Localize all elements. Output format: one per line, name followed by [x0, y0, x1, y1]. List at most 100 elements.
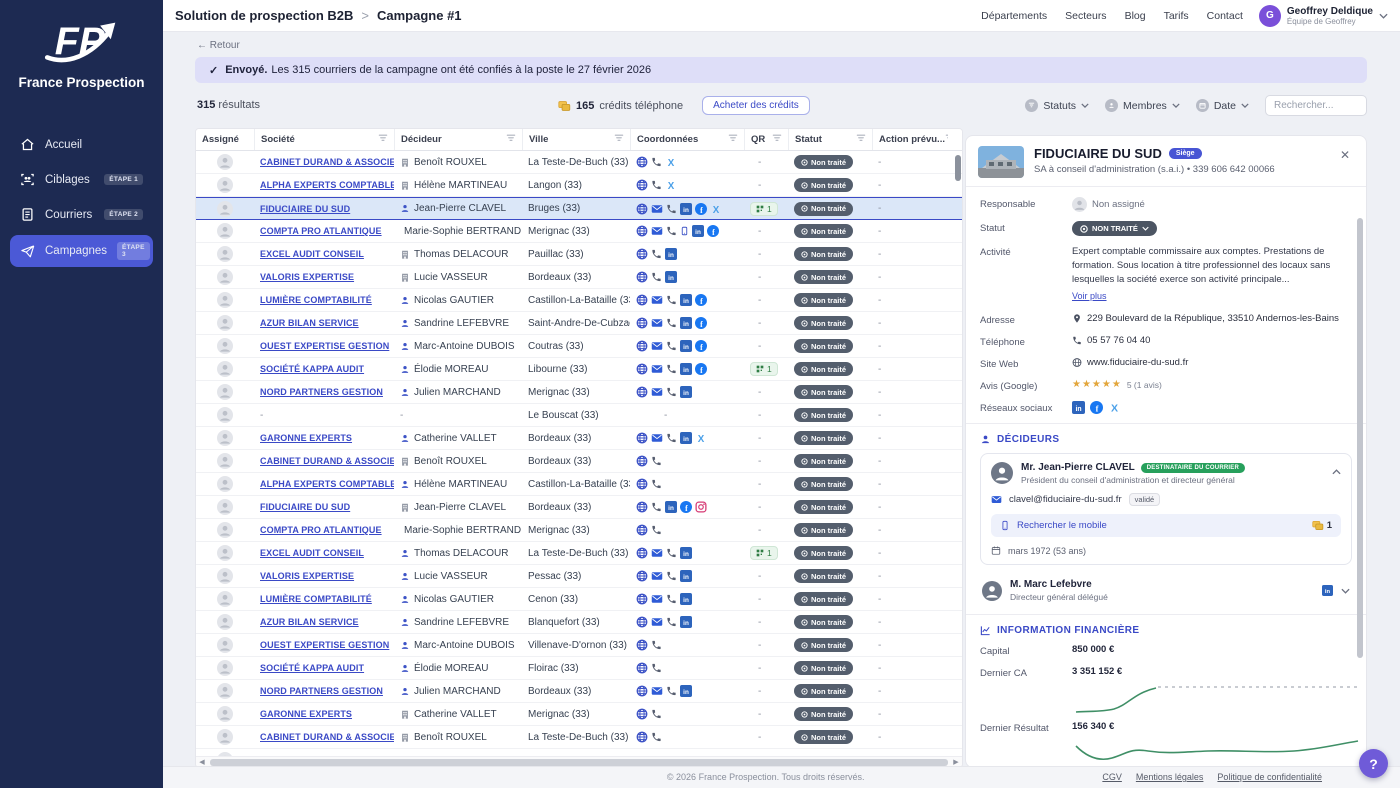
sidebar-item-courriers[interactable]: CourriersÉTAPE 2 [10, 200, 153, 229]
table-row[interactable]: EXCEL AUDIT CONSEILThomas DELACOURLa Tes… [196, 542, 962, 565]
globe-icon[interactable] [636, 547, 648, 559]
top-nav-contact[interactable]: Contact [1207, 10, 1243, 22]
chevron-up-icon[interactable] [1332, 462, 1341, 480]
mail-icon[interactable] [651, 203, 663, 215]
mail-icon[interactable] [651, 317, 663, 329]
filter-icon[interactable] [728, 134, 738, 146]
table-row[interactable]: VALORIS EXPERTISELucie VASSEURPessac (33… [196, 565, 962, 588]
table-row[interactable]: LUMIÈRE COMPTABILITÉNicolas GAUTIERCasti… [196, 289, 962, 312]
assigned-avatar[interactable] [196, 657, 254, 679]
table-row[interactable]: GARONNE EXPERTSCatherine VALLETMerignac … [196, 703, 962, 726]
filter-icon[interactable] [945, 134, 948, 146]
phone-icon[interactable] [651, 524, 662, 536]
phone-icon[interactable] [651, 179, 662, 191]
globe-icon[interactable] [636, 294, 648, 306]
voir-plus-link[interactable]: Voir plus [1072, 291, 1107, 301]
globe-icon[interactable] [636, 593, 648, 605]
mail-icon[interactable] [651, 225, 663, 237]
globe-icon[interactable] [636, 363, 648, 375]
facebook-icon[interactable]: f [1090, 401, 1103, 414]
assigned-avatar[interactable] [196, 198, 254, 219]
phone-icon[interactable] [651, 639, 662, 651]
company-link[interactable]: SOCIÉTÉ KAPPA AUDIT [260, 364, 364, 374]
phone-icon[interactable] [666, 317, 677, 329]
globe-icon[interactable] [636, 685, 648, 697]
globe-icon[interactable] [636, 156, 648, 168]
assigned-avatar[interactable] [196, 496, 254, 518]
company-link[interactable]: EXCEL AUDIT CONSEIL [260, 548, 364, 558]
table-row[interactable]: FIDUCIAIRE DU SUDJean-Pierre CLAVELBorde… [196, 496, 962, 519]
assigned-avatar[interactable] [196, 703, 254, 725]
help-button[interactable]: ? [1359, 749, 1388, 778]
linkedin-icon[interactable]: in [680, 317, 692, 329]
column-header-1[interactable]: Assigné [196, 129, 254, 150]
company-link[interactable]: CABINET DURAND & ASSOCIES [260, 456, 394, 466]
mail-icon[interactable] [651, 363, 663, 375]
phone-icon[interactable] [651, 455, 662, 467]
phone-icon[interactable] [651, 731, 662, 743]
footer-link[interactable]: CGV [1102, 772, 1122, 782]
table-row[interactable]: CABINET DURAND & ASSOCIESBenoît ROUXELLa… [196, 726, 962, 749]
company-link[interactable]: CABINET DURAND & ASSOCIES [260, 157, 394, 167]
search-mobile-button[interactable]: Rechercher le mobile 1 [991, 514, 1341, 537]
linkedin-icon[interactable]: in [680, 570, 692, 582]
linkedin-icon[interactable]: in [1072, 401, 1085, 414]
table-row[interactable]: CABINET DURAND & ASSOCIESBenoît ROUXELBo… [196, 450, 962, 473]
assigned-avatar[interactable] [196, 588, 254, 610]
table-row[interactable]: AZUR BILAN SERVICESandrine LEFEBVREBlanq… [196, 611, 962, 634]
top-nav-secteurs[interactable]: Secteurs [1065, 10, 1106, 22]
x-icon[interactable]: X [695, 432, 707, 444]
assigned-avatar[interactable] [196, 243, 254, 265]
filter-date[interactable]: Date [1196, 99, 1249, 112]
x-icon[interactable]: X [710, 203, 722, 215]
company-link[interactable]: NORD PARTNERS GESTION [260, 387, 383, 397]
phone-icon[interactable] [666, 340, 677, 352]
facebook-icon[interactable]: f [695, 363, 707, 375]
avis-value[interactable]: 5 (1 avis) [1127, 380, 1162, 390]
filter-icon[interactable] [772, 134, 782, 146]
table-row[interactable]: NORD PARTNERS GESTIONJulien MARCHANDMeri… [196, 381, 962, 404]
company-link[interactable]: FIDUCIAIRE DU SUD [260, 204, 350, 214]
globe-icon[interactable] [636, 203, 648, 215]
mail-icon[interactable] [651, 593, 663, 605]
phone-icon[interactable] [666, 570, 677, 582]
sidebar-item-accueil[interactable]: Accueil [10, 130, 153, 159]
assigned-avatar[interactable] [196, 358, 254, 380]
mail-icon[interactable] [651, 616, 663, 628]
assigned-avatar[interactable] [196, 220, 254, 242]
assigned-avatar[interactable] [196, 174, 254, 196]
mail-icon[interactable] [651, 294, 663, 306]
sidebar-item-ciblages[interactable]: CiblagesÉTAPE 1 [10, 165, 153, 194]
globe-icon[interactable] [636, 340, 648, 352]
column-header-3[interactable]: Décideur [394, 129, 522, 150]
siteweb-value[interactable]: www.fiduciaire-du-sud.fr [1087, 357, 1188, 368]
phone-icon[interactable] [666, 294, 677, 306]
company-link[interactable]: AZUR BILAN SERVICE [260, 318, 359, 328]
linkedin-icon[interactable]: in [680, 386, 692, 398]
table-row[interactable]: AZUR BILAN SERVICESandrine LEFEBVRESaint… [196, 312, 962, 335]
filter-membres[interactable]: Membres [1105, 99, 1180, 112]
table-row[interactable]: FIDUCIAIRE DU SUDJean-Pierre CLAVELBruge… [196, 197, 962, 220]
x-icon[interactable]: X [665, 156, 677, 168]
decider-row[interactable]: M. Marc Lefebvre Directeur général délég… [980, 573, 1352, 606]
assigned-avatar[interactable] [196, 427, 254, 449]
instagram-icon[interactable] [695, 501, 707, 513]
column-header-8[interactable]: Action prévu... [872, 129, 948, 150]
mail-icon[interactable] [651, 547, 663, 559]
x-icon[interactable]: X [1108, 401, 1121, 414]
company-link[interactable]: NORD PARTNERS GESTION [260, 686, 383, 696]
assigned-avatar[interactable] [196, 542, 254, 564]
company-link[interactable]: FIDUCIAIRE DU SUD [260, 502, 350, 512]
globe-icon[interactable] [636, 731, 648, 743]
phone-icon[interactable] [666, 386, 677, 398]
company-link[interactable]: GARONNE EXPERTS [260, 433, 352, 443]
company-link[interactable]: OUEST EXPERTISE GESTION [260, 341, 389, 351]
phone-icon[interactable] [651, 478, 662, 490]
breadcrumb-root[interactable]: Solution de prospection B2B [175, 8, 353, 23]
company-link[interactable]: COMPTA PRO ATLANTIQUE [260, 525, 382, 535]
scroll-right-icon[interactable]: ▶ [950, 758, 962, 766]
phone-icon[interactable] [666, 203, 677, 215]
linkedin-icon[interactable]: in [680, 432, 692, 444]
globe-icon[interactable] [636, 662, 648, 674]
sidebar-item-campagnes[interactable]: CampagnesÉTAPE 3 [10, 235, 153, 267]
